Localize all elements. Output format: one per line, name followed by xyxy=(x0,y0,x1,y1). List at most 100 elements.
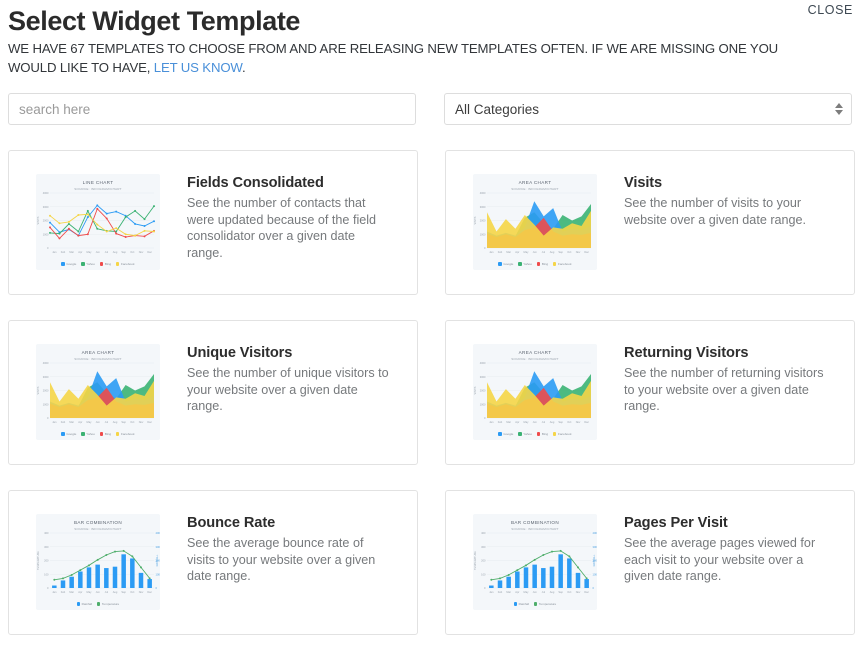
svg-text:VISITS: VISITS xyxy=(37,386,40,394)
svg-text:Feb: Feb xyxy=(498,250,503,254)
legend-swatch-icon xyxy=(116,432,120,436)
thumbnail-chart-legend: Google Yahoo Bing Facebook xyxy=(473,262,597,266)
svg-text:Aug: Aug xyxy=(113,420,118,424)
legend-label: Bing xyxy=(104,262,112,266)
legend-label: Google xyxy=(66,432,77,436)
legend-swatch-icon xyxy=(498,432,502,436)
template-card[interactable]: AREA CHART SOURCE: INFOGRAM/CHART 0 1000 200… xyxy=(8,320,418,465)
template-card-description: See the number of unique visitors to you… xyxy=(187,366,389,414)
template-card[interactable]: LINE CHART SOURCE: INFOGRAM/CHART 0 1000 200… xyxy=(8,150,418,295)
svg-text:Apr: Apr xyxy=(78,250,82,254)
svg-text:Jul: Jul xyxy=(542,590,546,594)
svg-text:Oct: Oct xyxy=(567,590,571,594)
legend-label: Yahoo xyxy=(86,432,95,436)
legend-swatch-icon xyxy=(553,432,557,436)
legend-swatch-icon xyxy=(76,602,81,606)
subtitle-part-2: . xyxy=(242,59,246,75)
svg-text:100: 100 xyxy=(156,572,161,576)
template-card-body: Visits See the number of visits to your w… xyxy=(597,174,829,228)
svg-text:TEMPERATURE: TEMPERATURE xyxy=(37,551,40,570)
legend-swatch-icon xyxy=(553,262,557,266)
svg-text:3000: 3000 xyxy=(480,375,486,379)
svg-text:Sep: Sep xyxy=(121,250,126,254)
svg-text:Mar: Mar xyxy=(506,250,511,254)
svg-text:RAINFALL: RAINFALL xyxy=(156,554,159,566)
legend-item: Facebook xyxy=(553,432,572,436)
svg-text:Mar: Mar xyxy=(506,590,511,594)
svg-text:Nov: Nov xyxy=(576,250,581,254)
svg-text:Jan: Jan xyxy=(52,420,57,424)
legend-item: Facebook xyxy=(553,262,572,266)
svg-text:Aug: Aug xyxy=(550,590,555,594)
subtitle-text: WE HAVE 67 TEMPLATES TO CHOOSE FROM AND … xyxy=(8,40,798,77)
svg-text:May: May xyxy=(87,420,93,424)
template-card-description: See the number of visits to your website… xyxy=(624,196,807,227)
svg-text:1000: 1000 xyxy=(480,402,486,406)
svg-text:100: 100 xyxy=(44,572,49,576)
svg-text:Dec: Dec xyxy=(147,250,152,254)
template-card[interactable]: AREA CHART SOURCE: INFOGRAM/CHART 0 1000 200… xyxy=(445,320,855,465)
svg-text:Feb: Feb xyxy=(61,420,66,424)
template-card[interactable]: AREA CHART SOURCE: INFOGRAM/CHART 0 1000 200… xyxy=(445,150,855,295)
legend-swatch-icon xyxy=(498,262,502,266)
svg-text:Sep: Sep xyxy=(121,420,126,424)
thumbnail-chart-legend: Rainfall Temperature xyxy=(36,602,160,606)
legend-swatch-icon xyxy=(81,262,85,266)
svg-text:Oct: Oct xyxy=(130,590,134,594)
svg-text:Aug: Aug xyxy=(550,250,555,254)
svg-text:1000: 1000 xyxy=(480,232,486,236)
svg-text:May: May xyxy=(87,250,93,254)
legend-item: Rainfall xyxy=(513,602,529,606)
svg-text:Mar: Mar xyxy=(69,590,74,594)
legend-swatch-icon xyxy=(116,262,120,266)
template-thumbnail-line-chart: LINE CHART SOURCE: INFOGRAM/CHART 0 1000 200… xyxy=(36,174,160,270)
svg-text:0: 0 xyxy=(156,586,158,590)
template-card-body: Returning Visitors See the number of retu… xyxy=(597,344,829,415)
legend-item: Bing xyxy=(536,432,549,436)
legend-item: Yahoo xyxy=(518,432,532,436)
legend-label: Yahoo xyxy=(523,432,532,436)
close-button[interactable]: CLOSE xyxy=(808,3,853,17)
svg-text:Oct: Oct xyxy=(130,250,134,254)
svg-text:Sep: Sep xyxy=(121,590,126,594)
legend-item: Yahoo xyxy=(518,262,532,266)
svg-text:Nov: Nov xyxy=(139,250,144,254)
template-card[interactable]: BAR COMBINATION SOURCE: INFOGRAM/CHART 0 0 1… xyxy=(8,490,418,635)
svg-text:Sep: Sep xyxy=(558,590,563,594)
search-input[interactable] xyxy=(8,93,416,125)
svg-text:100: 100 xyxy=(481,572,486,576)
svg-text:2000: 2000 xyxy=(480,389,486,393)
svg-text:300: 300 xyxy=(44,545,49,549)
svg-text:4000: 4000 xyxy=(43,361,49,365)
thumbnail-chart-legend: Google Yahoo Bing Facebook xyxy=(473,432,597,436)
legend-label: Google xyxy=(503,432,514,436)
svg-text:4000: 4000 xyxy=(43,191,49,195)
svg-text:Jul: Jul xyxy=(542,250,546,254)
legend-label: Temperature xyxy=(101,602,120,606)
legend-swatch-icon xyxy=(536,262,541,266)
legend-label: Bing xyxy=(541,432,549,436)
legend-swatch-icon xyxy=(533,602,538,606)
svg-text:2000: 2000 xyxy=(480,219,486,223)
svg-text:300: 300 xyxy=(481,545,486,549)
svg-text:Aug: Aug xyxy=(113,590,118,594)
legend-swatch-icon xyxy=(536,432,541,436)
svg-text:Nov: Nov xyxy=(576,420,581,424)
template-card-body: Unique Visitors See the number of unique … xyxy=(160,344,392,415)
template-card-title: Pages Per Visit xyxy=(624,515,728,531)
legend-label: Google xyxy=(503,262,514,266)
svg-text:Jun: Jun xyxy=(533,420,538,424)
legend-item: Rainfall xyxy=(76,602,92,606)
legend-label: Facebook xyxy=(557,262,572,266)
svg-text:Sep: Sep xyxy=(558,250,563,254)
template-card[interactable]: BAR COMBINATION SOURCE: INFOGRAM/CHART 0 0 1… xyxy=(445,490,855,635)
legend-label: Facebook xyxy=(557,432,572,436)
svg-text:Nov: Nov xyxy=(139,420,144,424)
let-us-know-link[interactable]: LET US KNOW xyxy=(154,60,242,75)
svg-text:May: May xyxy=(524,590,530,594)
svg-text:VISITS: VISITS xyxy=(474,386,477,394)
svg-text:Oct: Oct xyxy=(130,420,134,424)
category-select[interactable]: All Categories xyxy=(444,93,852,125)
svg-text:0: 0 xyxy=(47,246,49,250)
legend-item: Google xyxy=(498,432,513,436)
